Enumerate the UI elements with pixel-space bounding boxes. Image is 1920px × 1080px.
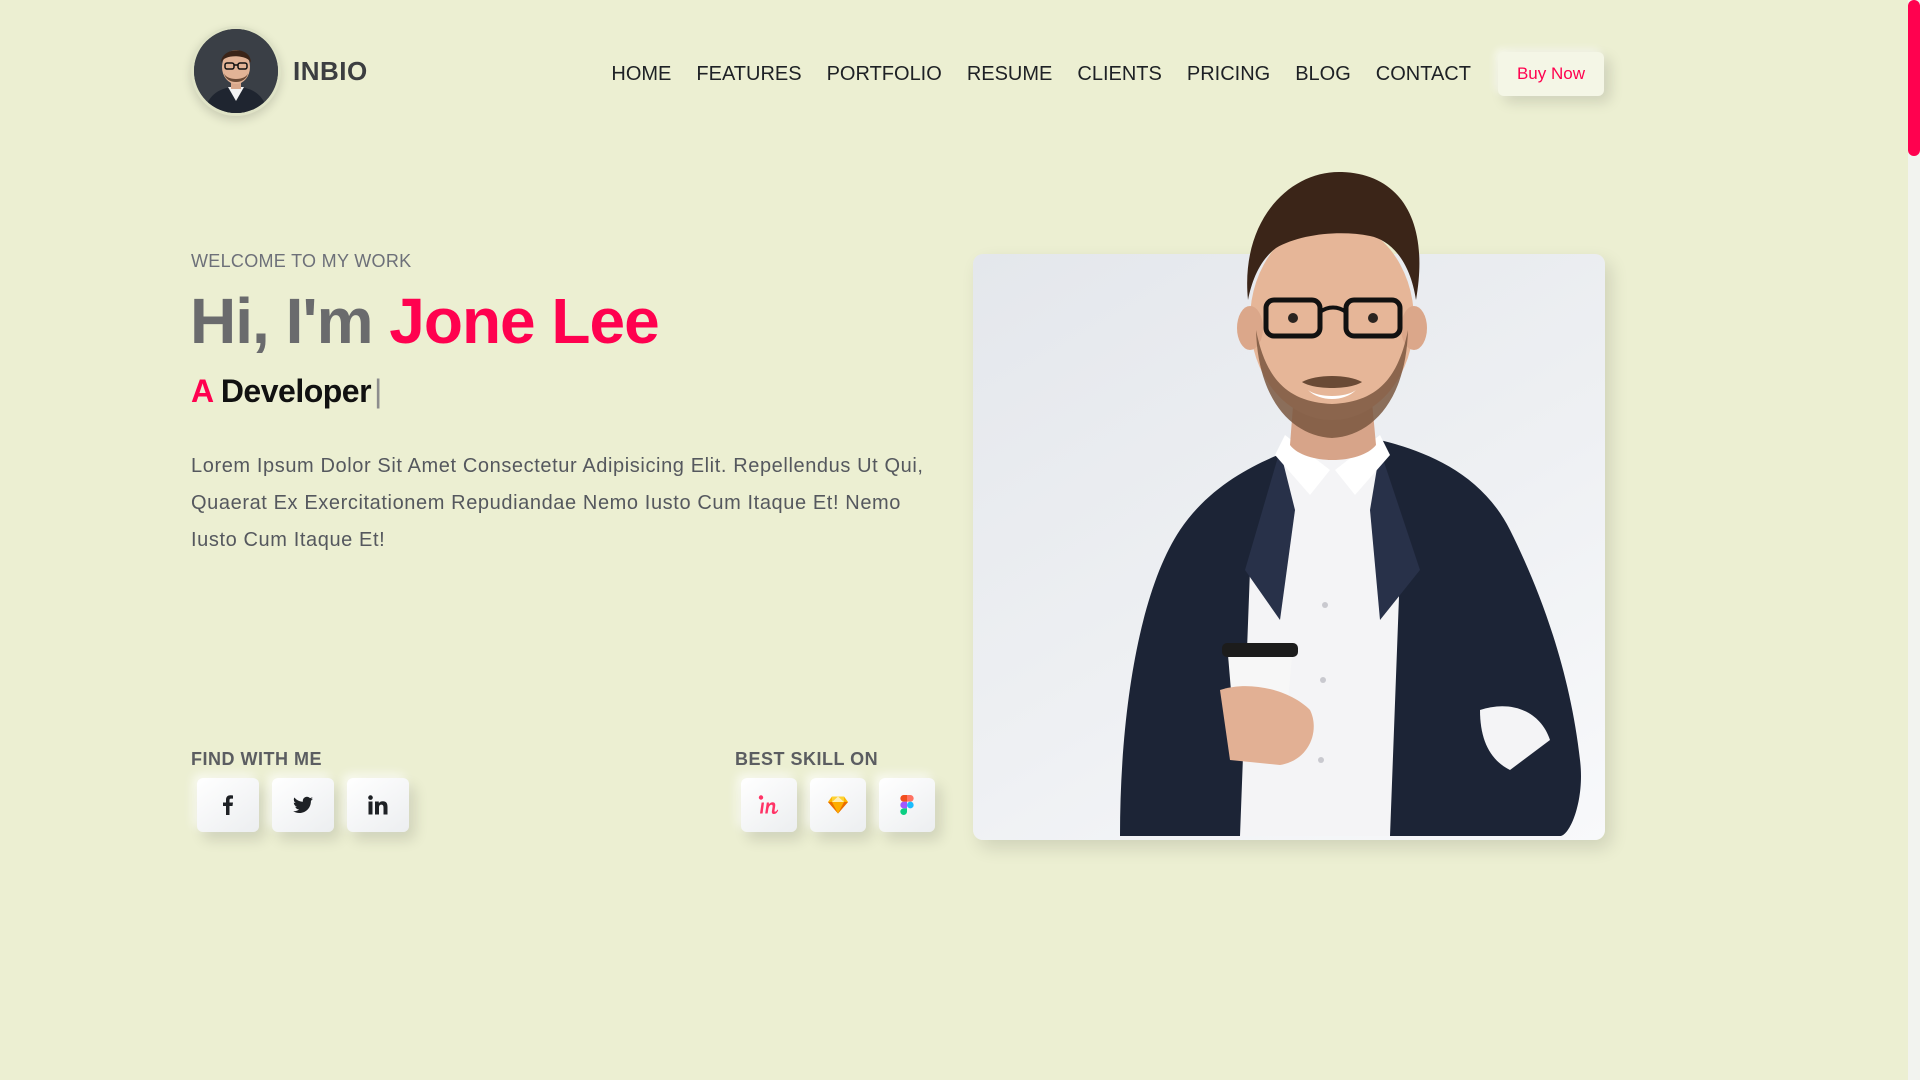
nav-pricing[interactable]: PRICING [1187, 63, 1270, 86]
typing-cursor: | [374, 373, 382, 409]
brand-name: INBIO [293, 55, 368, 86]
nav-resume[interactable]: RESUME [967, 63, 1053, 86]
page-scrollbar[interactable] [1908, 0, 1920, 1080]
facebook-icon [223, 795, 233, 815]
figma-skill[interactable] [879, 778, 935, 832]
hero-name: Jone Lee [389, 285, 659, 357]
nav-portfolio[interactable]: PORTFOLIO [827, 63, 942, 86]
invision-icon [758, 795, 779, 814]
sketch-icon [828, 796, 848, 814]
skill-icons [741, 778, 948, 832]
buy-now-button[interactable]: Buy Now [1497, 52, 1604, 96]
nav-home[interactable]: HOME [611, 63, 671, 86]
linkedin-icon [368, 795, 388, 815]
sketch-skill[interactable] [810, 778, 866, 832]
hero-greeting: Hi, I'm [190, 285, 373, 357]
main-nav: HOME FEATURES PORTFOLIO RESUME CLIENTS P… [611, 52, 1604, 96]
hero-role: A Developer| [191, 373, 382, 410]
scroll-thumb[interactable] [1908, 0, 1920, 156]
profile-avatar [191, 26, 281, 116]
best-skill-label: BEST SKILL ON [735, 749, 879, 769]
facebook-link[interactable] [197, 778, 259, 832]
role-prefix: A [191, 373, 213, 409]
hero-portrait-image [1120, 171, 1581, 836]
brand-logo[interactable]: INBIO [191, 26, 368, 116]
invision-skill[interactable] [741, 778, 797, 832]
nav-clients[interactable]: CLIENTS [1077, 63, 1161, 86]
figma-icon [900, 795, 914, 815]
hero-title: Hi, I'm Jone Lee [190, 284, 660, 358]
social-links [197, 778, 422, 832]
welcome-subtitle: WELCOME TO MY WORK [191, 251, 412, 271]
role-text: Developer [220, 373, 372, 409]
twitter-link[interactable] [272, 778, 334, 832]
linkedin-link[interactable] [347, 778, 409, 832]
twitter-icon [293, 796, 313, 813]
nav-contact[interactable]: CONTACT [1376, 63, 1471, 86]
hero-description: Lorem Ipsum Dolor Sit Amet Consectetur A… [191, 455, 924, 551]
nav-features[interactable]: FEATURES [696, 63, 801, 86]
find-with-me-label: FIND WITH ME [191, 749, 322, 769]
site-header: INBIO HOME FEATURES PORTFOLIO RESUME CLI… [0, 0, 1908, 140]
nav-blog[interactable]: BLOG [1295, 63, 1351, 86]
